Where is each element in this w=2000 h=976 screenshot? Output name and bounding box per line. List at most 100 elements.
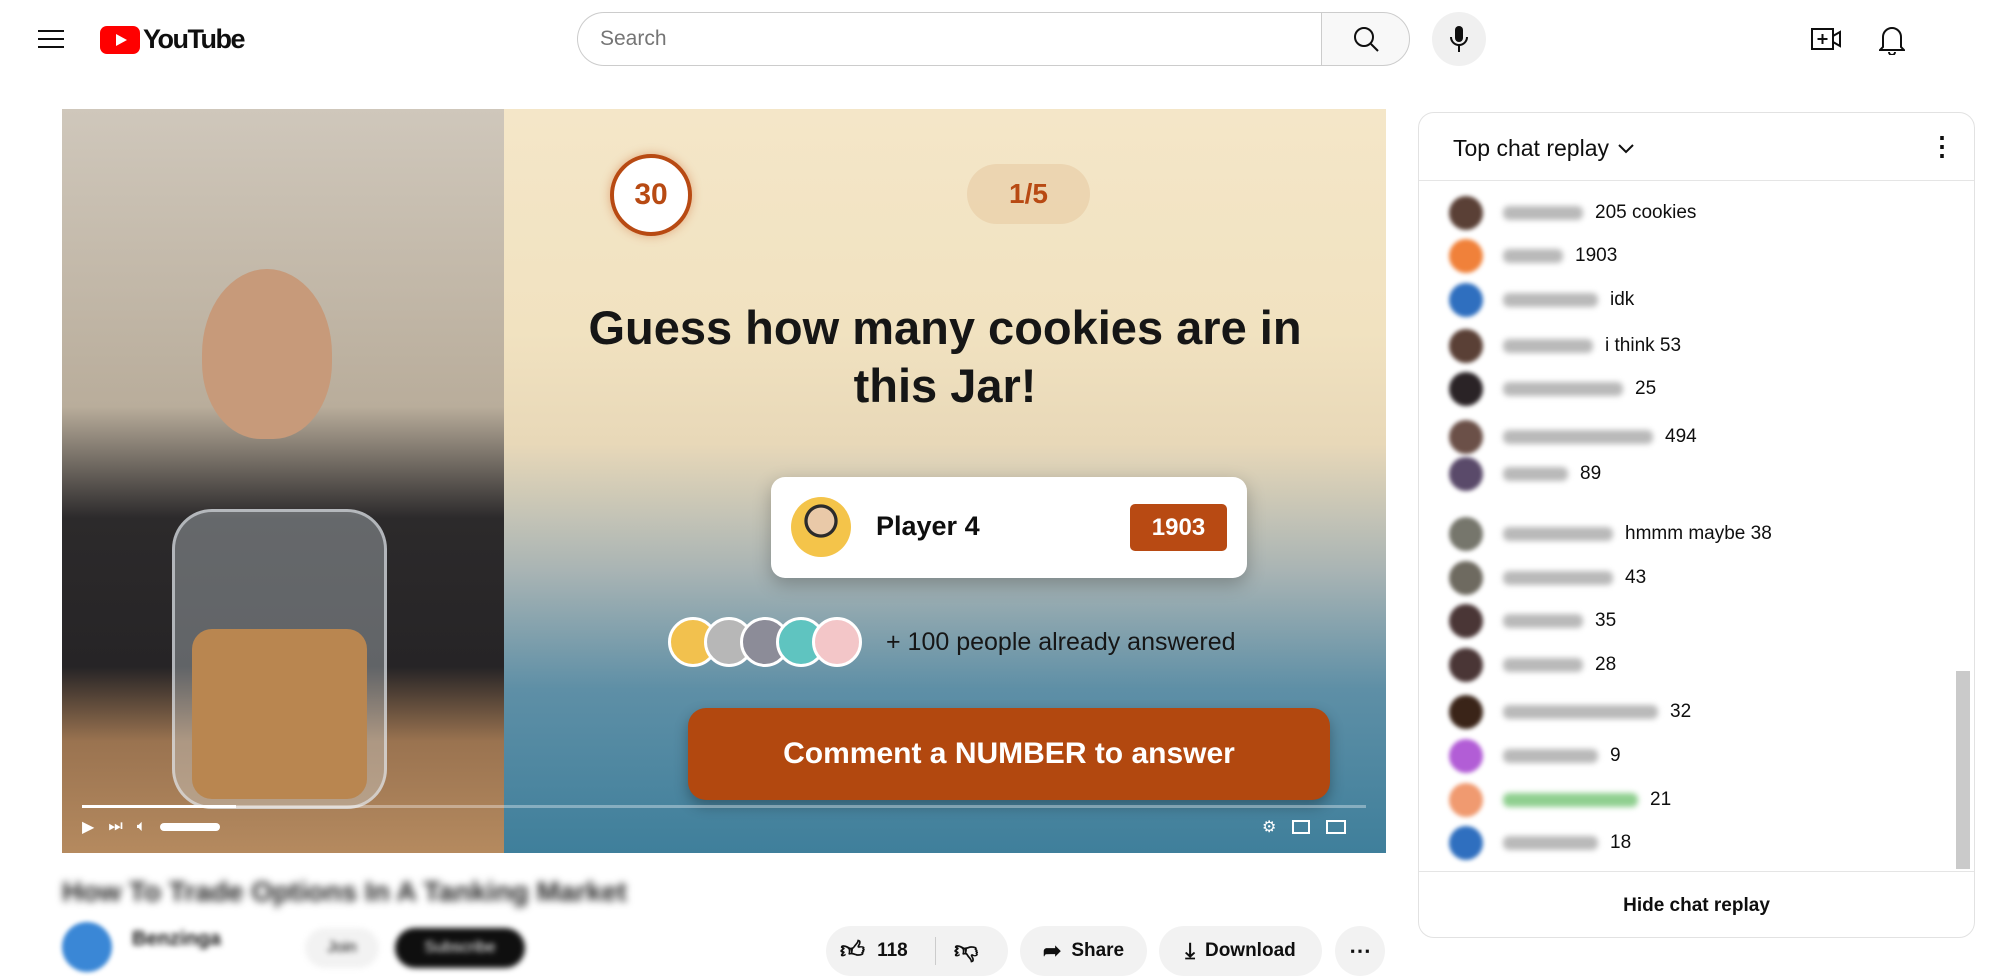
volume-icon[interactable]: 🔈︎ (137, 818, 147, 836)
video-player[interactable]: 30 1/5 Guess how many cookies are in thi… (62, 109, 1386, 853)
progress-bar[interactable] (82, 805, 1366, 808)
chat-message-text: 205 cookies (1595, 202, 1697, 223)
more-options-icon[interactable]: ⋮ (1929, 133, 1955, 159)
chat-author-name-blurred[interactable] (1503, 749, 1598, 763)
chat-message: 35 (1449, 601, 1616, 641)
youtube-play-icon (100, 25, 140, 54)
share-label: Share (1071, 940, 1125, 961)
share-icon: ➦ (1042, 938, 1062, 963)
subscribe-button[interactable]: Subscribe (395, 928, 525, 968)
chat-avatar[interactable] (1449, 561, 1483, 595)
chat-message-text: 32 (1670, 701, 1692, 722)
player-avatar (791, 497, 851, 557)
chat-author-name-blurred[interactable] (1503, 836, 1598, 850)
chat-message: idk (1449, 280, 1634, 320)
menu-icon[interactable] (34, 22, 68, 56)
settings-icon[interactable]: ⚙ (1262, 817, 1276, 837)
chat-avatar[interactable] (1449, 783, 1483, 817)
chat-message: 21 (1449, 780, 1671, 820)
chat-author-name-blurred[interactable] (1503, 293, 1598, 307)
video-frame-cookie-jar (62, 109, 504, 853)
more-actions-button[interactable]: ⋯ (1335, 926, 1385, 976)
notifications-button[interactable] (1874, 20, 1910, 58)
chat-author-name-blurred[interactable] (1503, 658, 1583, 672)
chat-author-name-blurred[interactable] (1503, 705, 1658, 719)
channel-name[interactable]: Benzinga (132, 928, 221, 951)
chat-avatar[interactable] (1449, 283, 1483, 317)
chat-avatar[interactable] (1449, 826, 1483, 860)
chat-message: 9 (1449, 736, 1621, 776)
chat-scrollbar[interactable] (1956, 671, 1970, 869)
create-button[interactable] (1808, 22, 1844, 56)
like-count: 118 (877, 940, 908, 961)
chat-message: hmmm maybe 38 (1449, 514, 1772, 554)
chat-mode-dropdown[interactable]: Top chat replay (1453, 135, 1635, 162)
chat-message-text: 21 (1650, 789, 1672, 810)
like-dislike-group: 👍︎ 118 👎︎ (826, 926, 1008, 976)
chat-author-name-blurred[interactable] (1503, 793, 1638, 807)
chat-author-name-blurred[interactable] (1503, 382, 1623, 396)
player-name: Player 4 (876, 511, 980, 541)
bell-icon (1879, 27, 1905, 55)
search-input[interactable] (577, 12, 1322, 66)
player-answer-card: Player 4 1903 (771, 477, 1247, 578)
chat-author-name-blurred[interactable] (1503, 430, 1653, 444)
channel-avatar[interactable] (62, 922, 112, 972)
chat-author-name-blurred[interactable] (1503, 206, 1583, 220)
chat-message-text: 494 (1665, 426, 1697, 447)
answered-summary: + 100 people already answered (668, 617, 1236, 667)
chat-avatar[interactable] (1449, 420, 1483, 454)
share-button[interactable]: ➦ Share (1020, 926, 1147, 976)
chat-message: 18 (1449, 823, 1631, 863)
chat-avatar[interactable] (1449, 457, 1483, 491)
chat-author-name-blurred[interactable] (1503, 571, 1613, 585)
chat-message-text: 35 (1595, 610, 1617, 631)
chat-avatar[interactable] (1449, 695, 1483, 729)
cookies (192, 629, 367, 799)
chat-avatar[interactable] (1449, 604, 1483, 638)
chat-author-name-blurred[interactable] (1503, 249, 1563, 263)
chat-author-name-blurred[interactable] (1503, 527, 1613, 541)
chat-avatar[interactable] (1449, 648, 1483, 682)
download-label: Download (1204, 940, 1296, 961)
chat-message-text: hmmm maybe 38 (1625, 523, 1772, 544)
chat-avatar[interactable] (1449, 372, 1483, 406)
chat-message: 205 cookies (1449, 193, 1696, 233)
chat-author-name-blurred[interactable] (1503, 339, 1593, 353)
progress-fill (82, 805, 237, 808)
chat-message: 25 (1449, 369, 1656, 409)
download-button[interactable]: ⤓ Download (1159, 926, 1322, 976)
chat-author-name-blurred[interactable] (1503, 614, 1583, 628)
comment-prompt: Comment a NUMBER to answer (688, 708, 1330, 800)
volume-slider[interactable] (160, 823, 221, 831)
more-icon: ⋯ (1349, 938, 1371, 963)
chat-avatar[interactable] (1449, 329, 1483, 363)
chat-message: 43 (1449, 558, 1646, 598)
quiz-overlay: 30 1/5 Guess how many cookies are in thi… (504, 109, 1386, 853)
join-button[interactable]: Join (305, 928, 379, 968)
video-title: How To Trade Options In A Tanking Market (62, 876, 627, 907)
chat-message-text: 9 (1610, 745, 1621, 766)
mic-icon (1450, 26, 1468, 52)
hide-chat-button[interactable]: Hide chat replay (1419, 871, 1974, 937)
chat-avatar[interactable] (1449, 239, 1483, 273)
answerer-avatar (812, 617, 862, 667)
question-title: Guess how many cookies are in this Jar! (588, 301, 1302, 412)
chat-avatar[interactable] (1449, 739, 1483, 773)
youtube-logo[interactable]: YouTube (100, 24, 245, 55)
chat-avatar[interactable] (1449, 517, 1483, 551)
person-head (202, 269, 332, 439)
play-icon[interactable]: ▶ (82, 817, 94, 837)
player-answer: 1903 (1130, 504, 1227, 551)
chat-message-text: 43 (1625, 567, 1647, 588)
theater-mode-icon[interactable] (1326, 820, 1347, 834)
search-button[interactable] (1321, 12, 1410, 66)
chat-avatar[interactable] (1449, 196, 1483, 230)
question-counter: 1/5 (967, 164, 1090, 224)
next-icon[interactable]: ⏭ (108, 818, 122, 836)
voice-search-button[interactable] (1432, 12, 1486, 66)
chat-message: 32 (1449, 692, 1691, 732)
miniplayer-icon[interactable] (1292, 820, 1311, 834)
chat-title: Top chat replay (1453, 135, 1609, 161)
chat-author-name-blurred[interactable] (1503, 467, 1568, 481)
